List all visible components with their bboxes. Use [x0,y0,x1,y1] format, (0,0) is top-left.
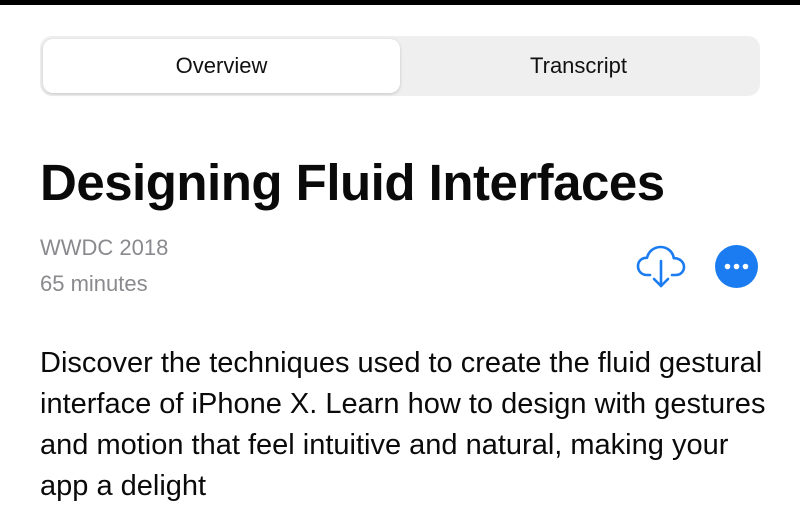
tab-segmented-control: Overview Transcript [40,36,760,96]
download-button[interactable] [636,244,686,290]
more-icon [715,245,758,288]
session-duration: 65 minutes [40,271,148,296]
tab-overview[interactable]: Overview [43,39,400,93]
session-description: Discover the techniques used to create t… [40,347,766,502]
cloud-download-icon [636,245,686,288]
status-bar-edge [0,0,800,5]
more-button[interactable] [715,245,758,288]
session-title: Designing Fluid Interfaces [40,154,665,211]
session-event: WWDC 2018 [40,235,169,260]
tab-transcript[interactable]: Transcript [400,39,757,93]
